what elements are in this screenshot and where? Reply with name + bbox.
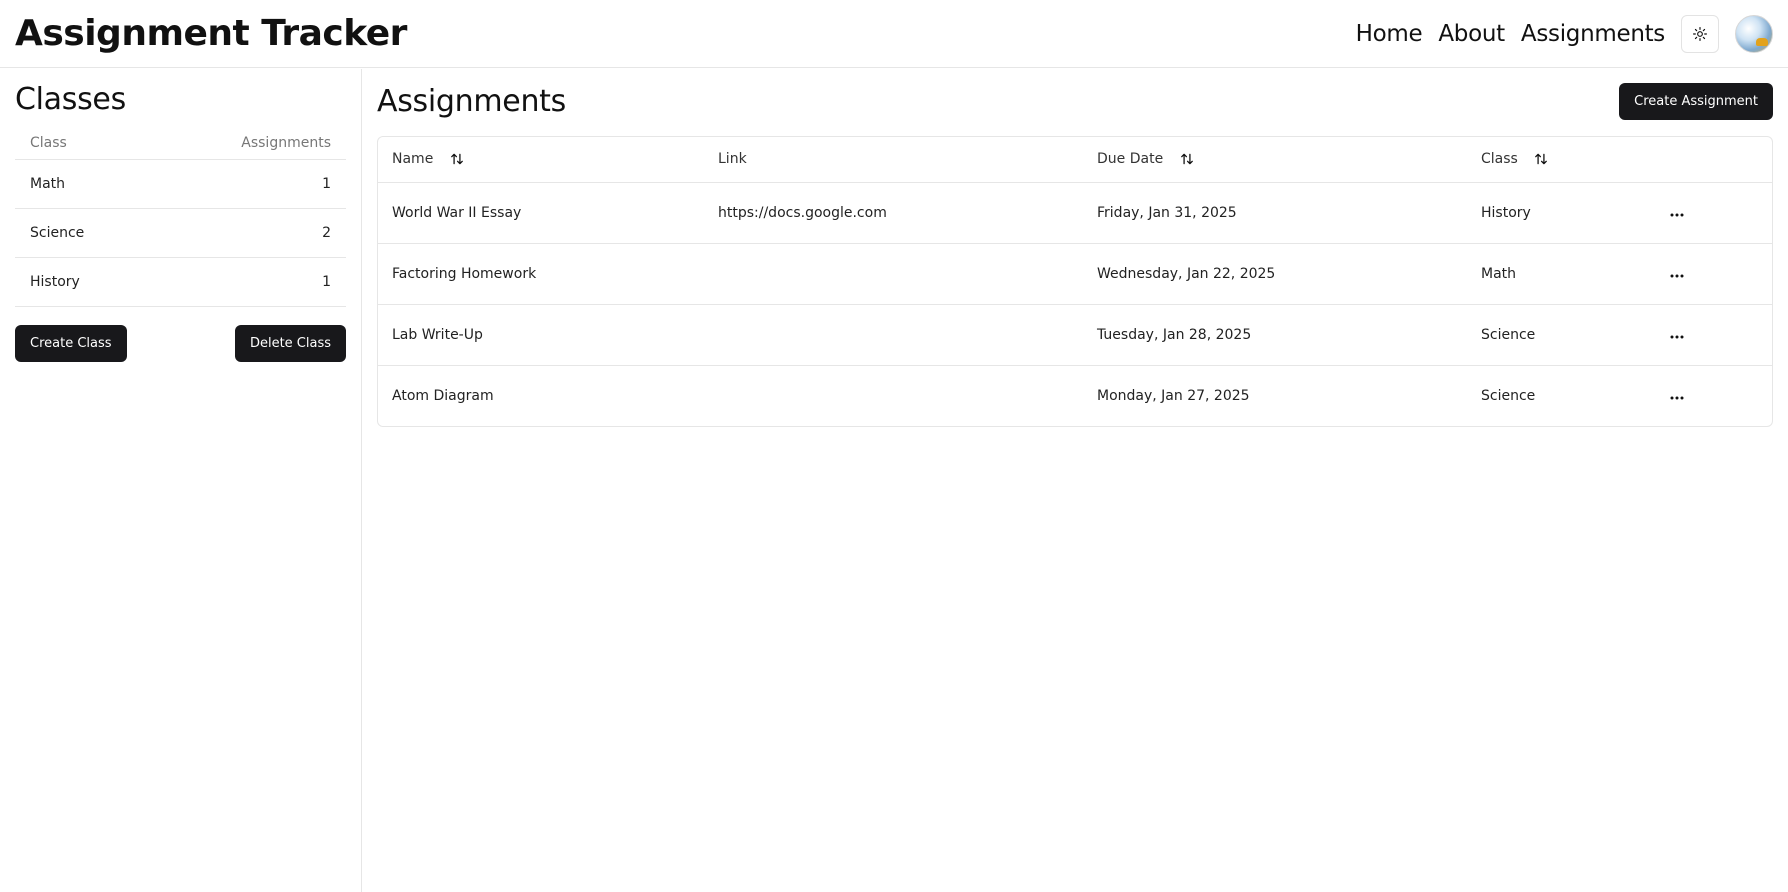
assignment-link (704, 304, 1083, 366)
app-header: Assignment Tracker Home About Assignment… (0, 0, 1788, 68)
assignments-column-header: Assignments (151, 127, 346, 160)
class-column-header: Class (15, 127, 152, 160)
assignment-due-date: Friday, Jan 31, 2025 (1083, 182, 1467, 244)
classes-table: Class Assignments Math 1 Science 2 Histo… (15, 127, 346, 307)
class-name: History (15, 257, 152, 307)
class-assignment-count: 1 (151, 159, 346, 209)
name-column-header[interactable]: Name (378, 137, 704, 183)
classes-sidebar: Classes Class Assignments Math 1 Science… (0, 69, 362, 892)
class-column-header[interactable]: Class (1467, 137, 1652, 183)
assignment-name: Atom Diagram (392, 387, 494, 404)
app-title: Assignment Tracker (15, 13, 407, 54)
assignment-class: Math (1467, 243, 1652, 305)
assignment-due-date-overdue: Wednesday, Jan 22, 2025 (1083, 243, 1467, 305)
class-name: Science (15, 208, 152, 258)
assignments-main: Assignments Create Assignment Name Link … (362, 69, 1788, 892)
nav-about[interactable]: About (1438, 21, 1505, 47)
assignment-row[interactable]: World War II Essay https://docs.google.c… (378, 182, 1772, 244)
assignment-link[interactable]: https://docs.google.com (704, 182, 1083, 244)
nav-home[interactable]: Home (1356, 21, 1423, 47)
assignment-name: World War II Essay (378, 182, 704, 244)
sun-icon (1693, 26, 1707, 41)
classes-title: Classes (15, 82, 126, 117)
assignment-due-date: Tuesday, Jan 28, 2025 (1083, 304, 1467, 366)
row-actions (1652, 304, 1772, 366)
delete-class-button[interactable]: Delete Class (234, 324, 346, 362)
sort-icon[interactable] (1180, 152, 1194, 166)
class-assignment-count: 2 (151, 208, 346, 258)
assignments-table: Name Link Due Date Class World War II Es… (378, 137, 1772, 426)
assignment-row[interactable]: Lab Write-Up Tuesday, Jan 28, 2025 Scien… (378, 304, 1772, 366)
assignment-link (704, 365, 1083, 426)
assignment-class: Science (1481, 387, 1536, 404)
assignment-class: History (1467, 182, 1652, 244)
class-assignment-count: 1 (151, 257, 346, 307)
more-options-icon[interactable] (1666, 384, 1688, 408)
create-assignment-button[interactable]: Create Assignment (1619, 82, 1773, 120)
name-column-label: Name (392, 151, 434, 168)
assignments-title: Assignments (377, 83, 566, 119)
due-date-column-header[interactable]: Due Date (1083, 137, 1467, 183)
user-avatar[interactable] (1735, 14, 1773, 53)
more-options-icon[interactable] (1666, 262, 1688, 286)
top-nav: Home About Assignments (1356, 14, 1773, 53)
sort-icon[interactable] (1534, 152, 1548, 166)
row-actions (1652, 182, 1772, 244)
assignments-table-container: Name Link Due Date Class World War II Es… (377, 136, 1773, 427)
assignments-header-row: Name Link Due Date Class (378, 137, 1772, 183)
class-row[interactable]: Science 2 (15, 208, 346, 258)
row-actions (1652, 243, 1772, 305)
nav-assignments[interactable]: Assignments (1521, 21, 1665, 47)
row-actions (1652, 365, 1772, 426)
assignment-link (704, 243, 1083, 305)
more-options-icon[interactable] (1666, 201, 1688, 225)
due-date-column-label: Due Date (1097, 151, 1164, 168)
classes-header-row: Class Assignments (15, 127, 346, 160)
assignment-row[interactable]: Atom Diagram Monday, Jan 27, 2025 Scienc… (378, 365, 1772, 426)
assignment-name: Lab Write-Up (378, 304, 704, 366)
class-row[interactable]: History 1 (15, 257, 346, 307)
link-column-header: Link (704, 137, 1083, 183)
assignment-class: Science (1467, 304, 1652, 366)
theme-toggle-button[interactable] (1681, 14, 1719, 53)
create-class-button[interactable]: Create Class (15, 324, 127, 362)
assignment-due-date: Monday, Jan 27, 2025 (1097, 387, 1250, 404)
actions-column-header (1652, 137, 1772, 183)
assignment-row[interactable]: Factoring Homework Wednesday, Jan 22, 20… (378, 243, 1772, 305)
sort-icon[interactable] (450, 152, 464, 166)
class-column-label: Class (1481, 151, 1518, 168)
class-actions: Create Class Delete Class (15, 324, 346, 362)
more-options-icon[interactable] (1666, 323, 1688, 347)
class-row[interactable]: Math 1 (15, 159, 346, 209)
assignment-name: Factoring Homework (378, 243, 704, 305)
assignments-header: Assignments Create Assignment (377, 82, 1773, 120)
class-name: Math (15, 159, 152, 209)
